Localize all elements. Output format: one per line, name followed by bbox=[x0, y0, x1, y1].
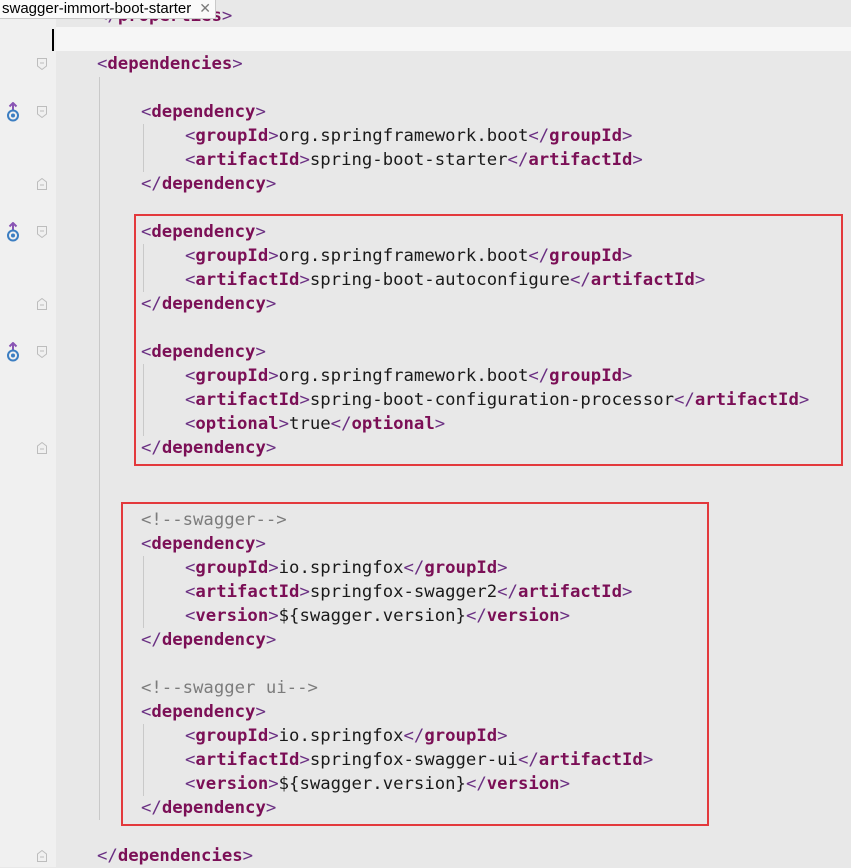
tag-bracket: < bbox=[141, 102, 152, 122]
code-line[interactable]: </dependencies> bbox=[97, 844, 253, 868]
text-caret bbox=[52, 29, 54, 51]
tag-name: dependencies bbox=[117, 846, 243, 866]
tag-name: dependency bbox=[151, 102, 256, 122]
close-icon[interactable]: ✕ bbox=[199, 0, 211, 16]
maven-dependency-icon[interactable] bbox=[5, 221, 21, 242]
tag-bracket: > bbox=[242, 846, 254, 866]
code-line[interactable]: <groupId>org.springframework.boot</group… bbox=[185, 124, 632, 148]
tag-bracket: </ bbox=[528, 126, 550, 146]
fold-close-icon[interactable] bbox=[36, 441, 48, 455]
fold-close-icon[interactable] bbox=[36, 177, 48, 191]
maven-dependency-icon[interactable] bbox=[5, 101, 21, 122]
spring-boot-dependencies-box bbox=[134, 214, 843, 466]
tag-bracket: > bbox=[268, 126, 279, 146]
tag-name: groupId bbox=[549, 126, 623, 146]
tag-bracket: > bbox=[622, 126, 633, 146]
tag-bracket: < bbox=[97, 54, 108, 74]
tag-bracket: > bbox=[299, 150, 310, 170]
tag-bracket: > bbox=[265, 174, 277, 194]
tag-bracket: </ bbox=[97, 846, 118, 866]
tag-bracket: < bbox=[185, 126, 196, 146]
tag-bracket: > bbox=[255, 102, 266, 122]
tag-name: artifactId bbox=[528, 150, 633, 170]
code-line[interactable]: <dependency> bbox=[141, 100, 266, 124]
code-line[interactable]: <dependencies> bbox=[97, 52, 243, 76]
tag-bracket: > bbox=[232, 54, 243, 74]
tag-bracket: </ bbox=[507, 150, 529, 170]
tag-bracket: < bbox=[185, 150, 196, 170]
text-value: spring-boot-starter bbox=[309, 150, 508, 170]
tag-name: dependencies bbox=[107, 54, 233, 74]
indent-guide-block-1 bbox=[143, 124, 144, 172]
current-line-highlight bbox=[56, 27, 851, 51]
fold-close-icon[interactable] bbox=[36, 849, 48, 863]
tag-bracket: > bbox=[221, 6, 233, 26]
swagger-dependencies-box bbox=[121, 502, 709, 826]
code-line[interactable]: <artifactId>spring-boot-starter</artifac… bbox=[185, 148, 643, 172]
tag-name: artifactId bbox=[195, 150, 300, 170]
tag-bracket: > bbox=[632, 150, 643, 170]
fold-open-icon[interactable] bbox=[36, 57, 48, 71]
code-line[interactable]: </dependency> bbox=[141, 172, 276, 196]
editor-tab[interactable]: swagger-immort-boot-starter ✕ bbox=[0, 0, 216, 19]
maven-dependency-icon[interactable] bbox=[5, 341, 21, 362]
tag-bracket: </ bbox=[141, 174, 162, 194]
fold-open-icon[interactable] bbox=[36, 105, 48, 119]
indent-guide-outer bbox=[99, 77, 100, 820]
fold-open-icon[interactable] bbox=[36, 345, 48, 359]
fold-close-icon[interactable] bbox=[36, 297, 48, 311]
tag-name: dependency bbox=[161, 174, 266, 194]
tab-title: swagger-immort-boot-starter bbox=[2, 0, 192, 17]
editor-gutter bbox=[0, 0, 56, 867]
tag-name: groupId bbox=[195, 126, 269, 146]
text-value: org.springframework.boot bbox=[278, 126, 529, 146]
fold-open-icon[interactable] bbox=[36, 225, 48, 239]
